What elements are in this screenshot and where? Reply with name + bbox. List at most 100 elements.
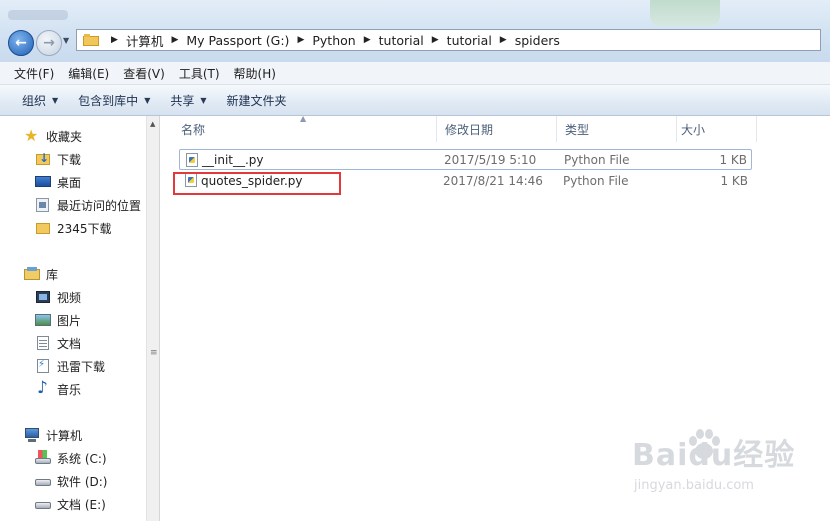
column-type-label: 类型 [565,122,590,137]
breadcrumb-computer[interactable]: 计算机 [126,31,164,50]
column-size-label: 大小 [681,122,706,137]
breadcrumb-tutorial-inner[interactable]: tutorial [447,33,492,48]
drive-icon [35,496,51,512]
back-button[interactable]: ← [8,30,34,56]
drive-icon [35,473,51,489]
nav-downloads-label: 下载 [57,152,82,167]
nav-videos-label: 视频 [57,290,82,305]
file-modified: 2017/5/19 5:10 [444,152,537,167]
nav-music-label: 音乐 [57,382,82,397]
nav-computer[interactable]: 计算机 [24,424,82,446]
new-folder-button[interactable]: 新建文件夹 [217,92,297,109]
nav-recent-label: 最近访问的位置 [57,198,142,213]
window-title-blur [8,10,68,20]
breadcrumb-drive[interactable]: My Passport (G:) [186,33,289,48]
column-header-size[interactable]: 大小 [673,116,757,142]
folder-icon [35,220,51,236]
nav-documents-label: 文档 [57,336,82,351]
nav-videos[interactable]: 视频 [35,286,81,308]
chevron-right-icon[interactable]: ▶ [364,35,371,45]
menu-bar: 文件(F) 编辑(E) 查看(V) 工具(T) 帮助(H) [0,62,830,85]
menu-view[interactable]: 查看(V) [116,65,172,82]
recent-pages-dropdown[interactable]: ▼ [63,36,73,48]
desktop-icon [35,174,51,190]
command-bar: 组织 ▼ 包含到库中 ▼ 共享 ▼ 新建文件夹 [0,85,830,116]
share-button[interactable]: 共享 ▼ [160,92,216,109]
system-drive-icon [35,450,51,466]
nav-downloads[interactable]: 下载 [35,148,81,170]
organize-button[interactable]: 组织 ▼ [12,92,68,109]
column-header-modified[interactable]: 修改日期 [437,116,557,142]
file-type: Python File [564,152,630,167]
back-arrow-icon: ← [15,35,27,51]
menu-tools[interactable]: 工具(T) [172,65,227,82]
nav-drive-d[interactable]: 软件 (D:) [35,470,107,492]
column-header-name[interactable]: 名称 [173,116,437,142]
chevron-right-icon[interactable]: ▶ [171,35,178,45]
column-header-type[interactable]: 类型 [557,116,677,142]
organize-label: 组织 [22,93,47,108]
column-name-label: 名称 [181,122,206,137]
nav-xunlei-downloads[interactable]: 迅雷下载 [35,355,105,377]
watermark-brand: Baidu经验 [632,438,796,473]
breadcrumb-python[interactable]: Python [312,33,355,48]
menu-help[interactable]: 帮助(H) [227,65,283,82]
nav-2345-label: 2345下载 [57,221,112,236]
window-glass-decoration [650,0,720,26]
caret-down-icon: ▼ [144,95,151,105]
nav-drive-c[interactable]: 系统 (C:) [35,447,107,469]
nav-drive-d-label: 软件 (D:) [57,474,108,489]
caret-down-icon: ▼ [52,95,59,105]
nav-music[interactable]: 音乐 [35,378,81,400]
nav-drive-e[interactable]: 文档 (E:) [35,493,106,515]
breadcrumb-spiders[interactable]: spiders [515,33,560,48]
music-note-icon [35,378,51,398]
file-type: Python File [563,173,629,188]
include-in-library-button[interactable]: 包含到库中 ▼ [68,92,160,109]
nav-libraries[interactable]: 库 [24,263,58,285]
file-size: 1 KB [719,152,747,167]
nav-pictures[interactable]: 图片 [35,309,81,331]
nav-computer-label: 计算机 [46,428,83,443]
annotation-highlight-box [173,172,341,195]
chevron-right-icon[interactable]: ▶ [111,35,118,45]
xunlei-icon [35,358,51,374]
nav-drive-c-label: 系统 (C:) [57,451,107,466]
chevron-right-icon[interactable]: ▶ [500,35,507,45]
file-name: __init__.py [202,152,264,167]
nav-favorites[interactable]: 收藏夹 [24,125,82,147]
python-file-icon [186,153,198,167]
breadcrumb-tutorial[interactable]: tutorial [379,33,424,48]
star-icon [24,126,40,145]
chevron-right-icon[interactable]: ▶ [432,35,439,45]
menu-file[interactable]: 文件(F) [0,65,61,82]
watermark-url: jingyan.baidu.com [634,478,754,493]
forward-button[interactable]: → [36,30,62,56]
folder-icon [83,34,99,46]
nav-favorites-label: 收藏夹 [46,129,83,144]
nav-desktop-label: 桌面 [57,175,82,190]
nav-2345-downloads[interactable]: 2345下载 [35,217,112,239]
nav-xunlei-label: 迅雷下载 [57,359,106,374]
downloads-folder-icon [35,151,51,167]
address-bar[interactable]: ▶ 计算机 ▶ My Passport (G:) ▶ Python ▶ tuto… [76,29,821,51]
scroll-up-icon[interactable]: ▲ [150,120,155,128]
navigation-scrollbar[interactable]: ▲ ≡ [146,116,160,521]
nav-pictures-label: 图片 [57,313,82,328]
menu-edit[interactable]: 编辑(E) [61,65,116,82]
nav-recent-places[interactable]: 最近访问的位置 [35,194,141,216]
scroll-grip-icon[interactable]: ≡ [150,348,158,358]
library-icon [24,266,40,282]
navigation-pane: 收藏夹 下载 桌面 最近访问的位置 2345下载 库 视频 图片 文档 迅雷下载… [0,116,146,521]
nav-documents[interactable]: 文档 [35,332,81,354]
baidu-jingyan-watermark: Baidu经验 jingyan.baidu.com [632,429,822,510]
file-row[interactable]: __init__.py 2017/5/19 5:10 Python File 1… [179,149,752,170]
chevron-right-icon[interactable]: ▶ [297,35,304,45]
nav-desktop[interactable]: 桌面 [35,171,81,193]
include-in-library-label: 包含到库中 [78,93,139,108]
caret-down-icon: ▼ [200,95,207,105]
computer-icon [24,427,40,443]
file-size: 1 KB [720,173,748,188]
address-toolbar: ← → ▼ ▶ 计算机 ▶ My Passport (G:) ▶ Python … [0,0,830,63]
forward-arrow-icon: → [43,35,55,51]
